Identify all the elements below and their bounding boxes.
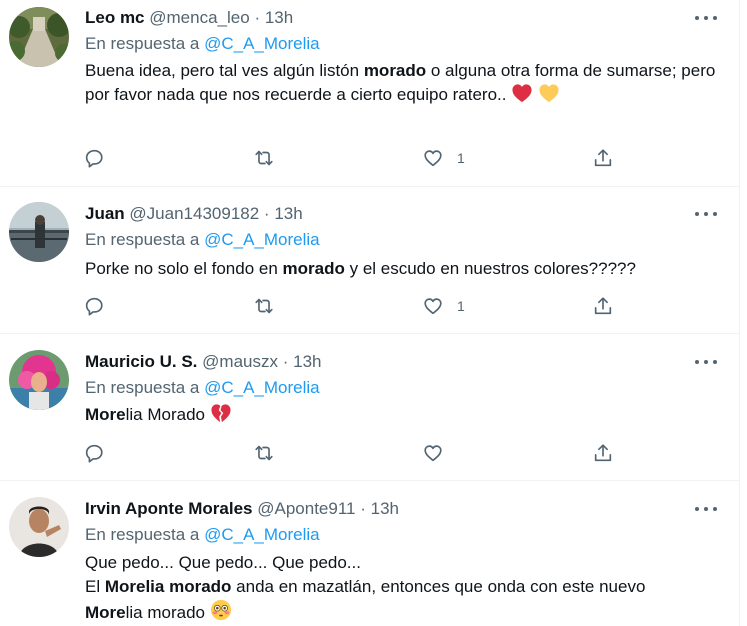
reply-context: En respuesta a @C_A_Morelia bbox=[85, 377, 320, 399]
heart-icon bbox=[424, 445, 442, 462]
display-name[interactable]: Juan bbox=[85, 204, 125, 223]
avatar[interactable] bbox=[9, 7, 69, 67]
bold-text: morado bbox=[282, 259, 345, 278]
tweet-header: Leo mc @menca_leo · 13h bbox=[85, 7, 293, 29]
text-run: Que pedo... Que pedo... Que pedo... bbox=[85, 553, 361, 572]
mention-link[interactable]: @C_A_Morelia bbox=[204, 34, 320, 53]
tweet-text: Buena idea, pero tal ves algún listón mo… bbox=[85, 59, 725, 110]
user-handle[interactable]: @mauszx bbox=[202, 352, 278, 371]
display-name[interactable]: Irvin Aponte Morales bbox=[85, 499, 253, 518]
separator-dot: · bbox=[263, 204, 270, 223]
avatar[interactable] bbox=[9, 202, 69, 262]
avatar[interactable] bbox=[9, 350, 69, 410]
reply-button[interactable] bbox=[83, 441, 105, 465]
text-run: y el escudo en nuestros colores????? bbox=[344, 259, 636, 278]
avatar[interactable] bbox=[9, 497, 69, 557]
reply-icon bbox=[85, 297, 103, 316]
reply-prefix: En respuesta a bbox=[85, 525, 200, 544]
share-button[interactable] bbox=[592, 441, 614, 465]
reply-prefix: En respuesta a bbox=[85, 378, 200, 397]
red-heart-icon bbox=[511, 83, 533, 110]
retweet-button[interactable] bbox=[253, 146, 275, 170]
retweet-icon bbox=[255, 445, 273, 461]
like-button[interactable]: 1 bbox=[422, 294, 465, 318]
more-options-icon[interactable] bbox=[693, 207, 719, 221]
bold-text: Morelia morado bbox=[104, 577, 232, 596]
avatar-image bbox=[9, 7, 69, 67]
user-handle[interactable]: @Juan14309182 bbox=[129, 204, 259, 223]
mention-link[interactable]: @C_A_Morelia bbox=[204, 525, 320, 544]
retweet-icon bbox=[255, 298, 273, 314]
retweet-icon bbox=[255, 150, 273, 166]
separator-dot: · bbox=[282, 352, 289, 371]
separator-dot: · bbox=[360, 499, 366, 518]
like-count: 1 bbox=[457, 298, 465, 314]
reply-prefix: En respuesta a bbox=[85, 230, 200, 249]
tweet-header: Mauricio U. S. @mauszx · 13h bbox=[85, 351, 322, 373]
timestamp[interactable]: 13h bbox=[371, 499, 399, 518]
reply-context: En respuesta a @C_A_Morelia bbox=[85, 229, 320, 251]
timestamp[interactable]: 13h bbox=[265, 8, 293, 27]
text-run: Buena idea, pero tal ves algún listón bbox=[85, 61, 364, 80]
like-button[interactable]: 1 bbox=[422, 146, 465, 170]
text-run: lia morado bbox=[125, 603, 210, 622]
heart-icon bbox=[424, 298, 442, 315]
more-options-icon[interactable] bbox=[693, 502, 719, 516]
tweet-header: Juan @Juan14309182 · 13h bbox=[85, 203, 303, 225]
reply-context: En respuesta a @C_A_Morelia bbox=[85, 33, 320, 55]
share-button[interactable] bbox=[592, 146, 614, 170]
avatar-image bbox=[9, 350, 69, 410]
tweet[interactable]: Mauricio U. S. @mauszx · 13h En respuest… bbox=[0, 334, 739, 481]
share-button[interactable] bbox=[592, 294, 614, 318]
mention-link[interactable]: @C_A_Morelia bbox=[204, 230, 320, 249]
mention-link[interactable]: @C_A_Morelia bbox=[204, 378, 320, 397]
column-divider bbox=[739, 0, 740, 626]
avatar-image bbox=[9, 202, 69, 262]
separator-dot: · bbox=[254, 8, 261, 27]
reply-icon bbox=[85, 149, 103, 168]
tweet-text: Morelia Morado bbox=[85, 403, 725, 430]
reply-context: En respuesta a @C_A_Morelia bbox=[85, 524, 320, 546]
bold-text: morado bbox=[363, 61, 427, 80]
more-options-icon[interactable] bbox=[693, 11, 719, 25]
text-run: lia Morado bbox=[125, 405, 210, 424]
display-name[interactable]: Mauricio U. S. bbox=[85, 352, 197, 371]
tweet-feed: Leo mc @menca_leo · 13h En respuesta a @… bbox=[0, 0, 739, 626]
share-icon bbox=[594, 297, 612, 315]
bold-text: More bbox=[85, 603, 126, 622]
share-icon bbox=[594, 444, 612, 462]
share-icon bbox=[594, 149, 612, 167]
yellow-heart-icon bbox=[538, 83, 560, 110]
text-run: El bbox=[85, 577, 105, 596]
tweet-text: Porke no solo el fondo en morado y el es… bbox=[85, 257, 725, 281]
broken-heart-icon bbox=[210, 403, 232, 430]
reply-button[interactable] bbox=[83, 146, 105, 170]
tweet[interactable]: Leo mc @menca_leo · 13h En respuesta a @… bbox=[0, 0, 739, 187]
heart-icon bbox=[424, 150, 442, 167]
user-handle[interactable]: @menca_leo bbox=[149, 8, 249, 27]
like-count: 1 bbox=[457, 150, 465, 166]
tweet[interactable]: Juan @Juan14309182 · 13h En respuesta a … bbox=[0, 187, 739, 334]
timestamp[interactable]: 13h bbox=[293, 352, 321, 371]
more-options-icon[interactable] bbox=[693, 355, 719, 369]
retweet-button[interactable] bbox=[253, 294, 275, 318]
like-button[interactable] bbox=[422, 441, 444, 465]
avatar-image bbox=[9, 497, 69, 557]
tweet[interactable]: Irvin Aponte Morales @Aponte911 · 13h En… bbox=[0, 481, 739, 626]
text-run: Porke no solo el fondo en bbox=[85, 259, 283, 278]
display-name[interactable]: Leo mc bbox=[85, 8, 145, 27]
text-run: anda en mazatlán, entonces que onda con … bbox=[231, 577, 646, 596]
flushed-face-icon bbox=[210, 599, 232, 626]
timestamp[interactable]: 13h bbox=[274, 204, 302, 223]
tweet-header: Irvin Aponte Morales @Aponte911 · 13h bbox=[85, 498, 399, 520]
reply-prefix: En respuesta a bbox=[85, 34, 200, 53]
tweet-text: Que pedo... Que pedo... Que pedo... El Mo… bbox=[85, 551, 725, 626]
reply-icon bbox=[85, 444, 103, 463]
retweet-button[interactable] bbox=[253, 441, 275, 465]
user-handle[interactable]: @Aponte911 bbox=[257, 499, 355, 518]
bold-text: More bbox=[85, 405, 126, 424]
reply-button[interactable] bbox=[83, 294, 105, 318]
